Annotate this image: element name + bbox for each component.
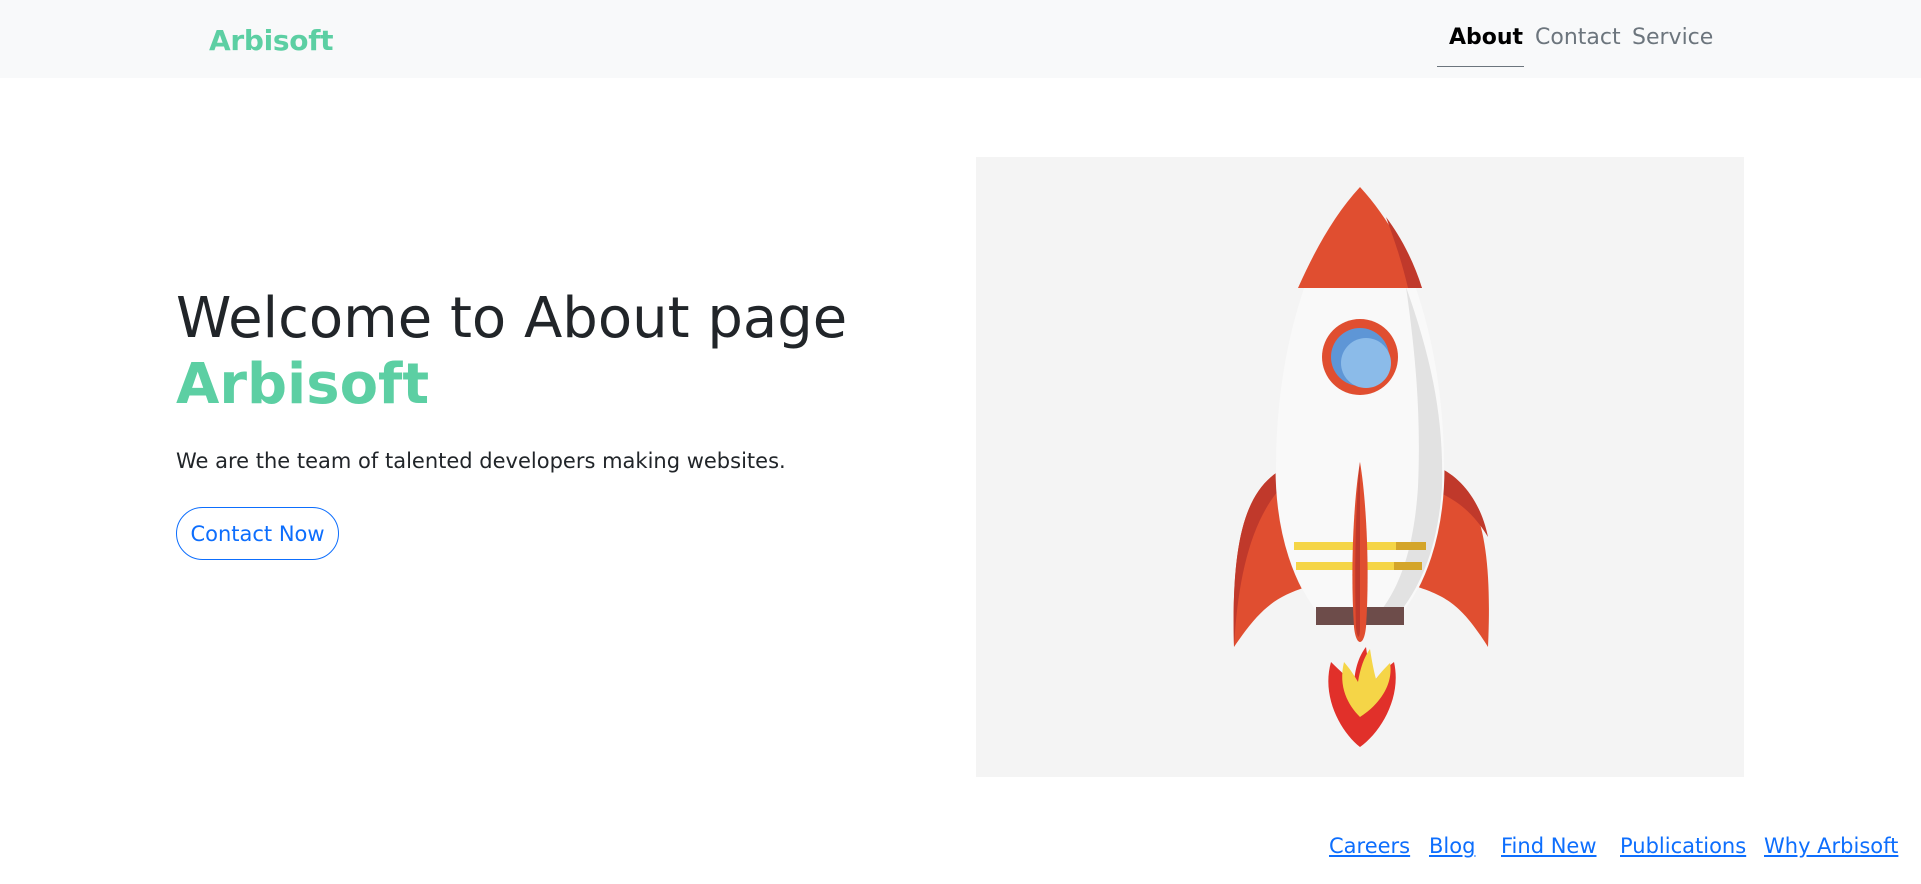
contact-now-button[interactable]: Contact Now [176, 507, 339, 560]
footer-link-careers[interactable]: Careers [1329, 834, 1410, 858]
footer-link-blog[interactable]: Blog [1429, 834, 1475, 858]
footer-link-find-new[interactable]: Find New [1501, 834, 1597, 858]
rocket-illustration [976, 157, 1744, 777]
nav-link-contact[interactable]: Contact [1535, 25, 1621, 50]
hero-title: Welcome to About page [176, 286, 848, 351]
top-navbar: Arbisoft About Contact Service [0, 0, 1921, 78]
navbar-brand[interactable]: Arbisoft [209, 24, 334, 57]
nav-link-about[interactable]: About [1449, 25, 1523, 50]
active-nav-underline [1437, 66, 1524, 67]
rocket-icon [1233, 186, 1489, 747]
hero-brand-name: Arbisoft [176, 352, 430, 417]
footer-link-why-arbisoft[interactable]: Why Arbisoft [1764, 834, 1898, 858]
footer-link-publications[interactable]: Publications [1620, 834, 1746, 858]
hero-description: We are the team of talented developers m… [176, 449, 786, 473]
nav-link-service[interactable]: Service [1632, 25, 1713, 50]
